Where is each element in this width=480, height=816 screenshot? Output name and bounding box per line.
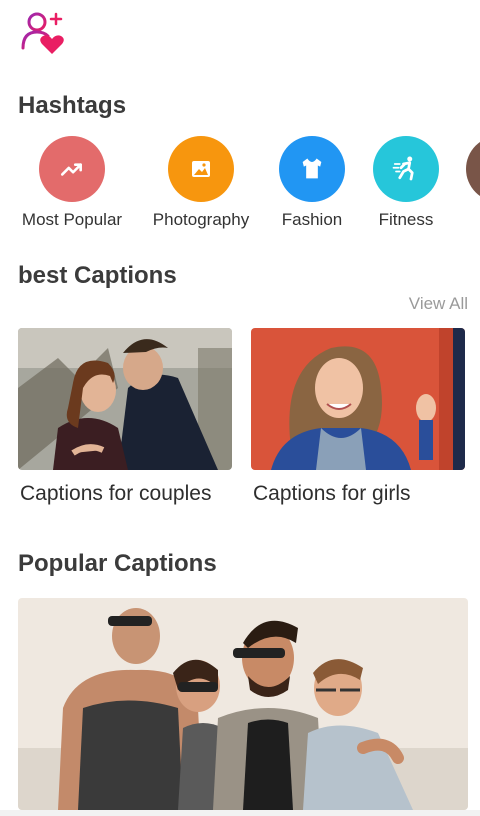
- hashtag-circle: [466, 136, 480, 202]
- hashtag-most-popular[interactable]: Most Popular: [16, 136, 128, 230]
- hashtag-circle: [279, 136, 345, 202]
- card-couples[interactable]: [18, 328, 232, 470]
- app-logo-icon: [20, 10, 66, 56]
- popular-captions-photo[interactable]: [18, 598, 468, 810]
- view-all-link[interactable]: View All: [409, 294, 468, 314]
- hashtags-title: Hashtags: [18, 92, 127, 119]
- hashtag-circle: [39, 136, 105, 202]
- hashtag-circle: [168, 136, 234, 202]
- tshirt-icon: [302, 158, 322, 179]
- hashtag-photography[interactable]: Photography: [147, 136, 255, 230]
- hashtag-circle: [373, 136, 439, 202]
- friends-photo: [18, 598, 468, 810]
- popular-captions-title: Popular Captions: [18, 550, 217, 577]
- hashtag-label: Fitness: [378, 210, 434, 229]
- best-captions-title: best Captions: [18, 262, 177, 289]
- hashtag-fitness[interactable]: Fitness: [368, 136, 444, 230]
- running-icon: [392, 156, 414, 181]
- hashtag-fashion[interactable]: Fashion: [270, 136, 354, 230]
- card-caption-girls[interactable]: Captions for girls: [253, 482, 411, 506]
- bottom-divider: [0, 810, 480, 816]
- girl-photo: [251, 328, 465, 470]
- hashtag-label: T: [466, 210, 480, 230]
- trending-up-icon: [60, 163, 82, 176]
- app-screen: Hashtags Most Popular Photography Fashio…: [0, 0, 480, 816]
- couples-photo: [18, 328, 232, 470]
- hashtag-label: Most Popular: [21, 210, 123, 229]
- card-caption-couples[interactable]: Captions for couples: [20, 482, 211, 506]
- image-icon: [192, 161, 210, 177]
- hashtag-label: Photography: [152, 210, 250, 229]
- hashtag-label: Fashion: [281, 210, 343, 229]
- hashtag-partial[interactable]: T: [466, 136, 480, 230]
- hashtags-row: Most Popular Photography Fashion Fitness: [0, 136, 480, 236]
- card-girls[interactable]: [251, 328, 465, 470]
